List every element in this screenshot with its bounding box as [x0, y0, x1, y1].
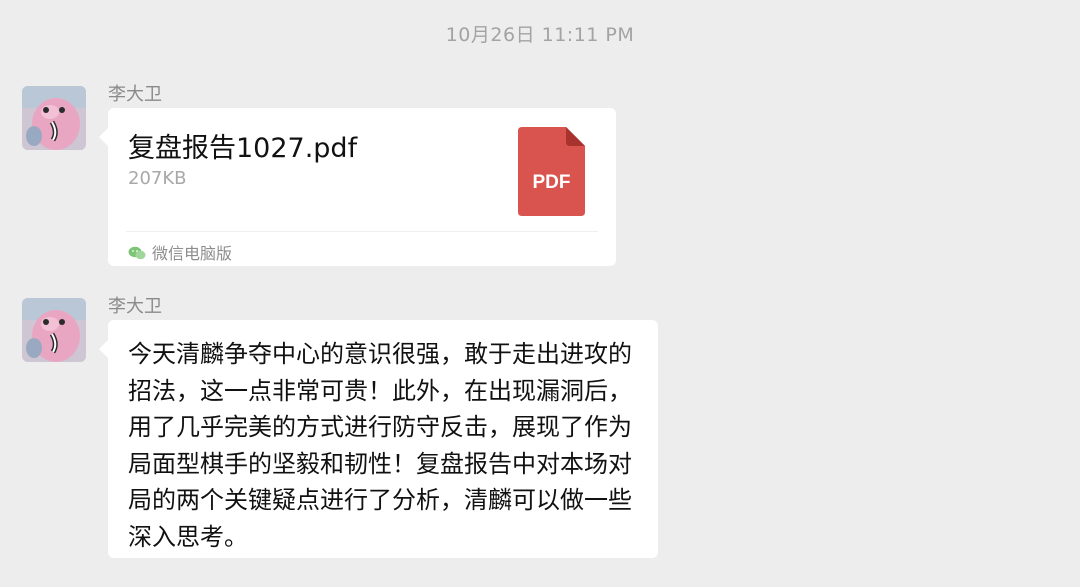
- file-source: 微信电脑版: [128, 240, 232, 264]
- file-message-card[interactable]: 复盘报告1027.pdf 207KB PDF 微信电脑版: [99, 108, 616, 266]
- pdf-file-icon: PDF: [518, 127, 585, 216]
- divider: [126, 231, 598, 232]
- message-timestamp: 10月26日 11:11 PM: [445, 24, 635, 46]
- avatar[interactable]: [22, 86, 86, 150]
- file-name: 复盘报告1027.pdf: [128, 133, 358, 164]
- avatar[interactable]: [22, 298, 86, 362]
- message-text: 今天清麟争夺中心的意识很强，敢于走出进攻的招法，这一点非常可贵！此外，在出现漏洞…: [128, 340, 632, 551]
- sender-name: 李大卫: [108, 84, 162, 105]
- wechat-icon: [128, 245, 146, 260]
- file-source-label: 微信电脑版: [152, 244, 233, 263]
- sender-name: 李大卫: [108, 296, 162, 317]
- text-message-bubble[interactable]: 今天清麟争夺中心的意识很强，敢于走出进攻的招法，这一点非常可贵！此外，在出现漏洞…: [99, 320, 658, 558]
- file-size: 207KB: [128, 168, 187, 189]
- pdf-icon-label: PDF: [532, 172, 571, 193]
